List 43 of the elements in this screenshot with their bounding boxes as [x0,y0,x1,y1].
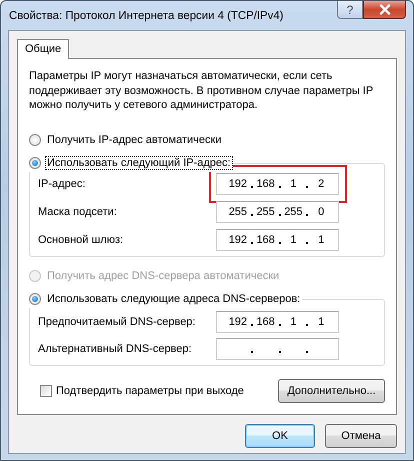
ip-octet: 168 [256,234,275,246]
radio-button[interactable] [29,156,41,168]
ip-input-field[interactable]: 255 255 255 0 [216,200,339,222]
radio-label[interactable]: Использовать следующие адреса DNS-серверов: [45,292,302,306]
field-label: Маска подсети: [38,206,118,218]
radio-button[interactable] [29,134,41,146]
close-icon [378,4,390,15]
description-text: Параметры IP могут назначаться автоматически, если сеть поддерживает эту возможность. В противном случае параметры IP можно получить у сетевого администратора. [29,69,374,112]
radio-label[interactable]: Использовать следующий IP-адрес: [45,156,233,170]
window-title: Свойства: Протокол Интернета версии 4 (TCP/IPv4) [8,10,284,22]
ip-octet: 192 [228,234,248,246]
field-label: Основной шлюз: [38,234,124,246]
ip-octet: 1 [318,316,324,328]
tab[interactable]: Общие [17,39,70,59]
ip-octet: 1 [290,234,296,246]
ip-octet: 1 [290,316,296,328]
ip-octet: 1 [318,234,324,246]
field-label: Альтернативный DNS-сервер: [38,342,193,354]
advanced-button[interactable]: Дополнительно... [278,378,385,402]
help-button[interactable]: ? [337,1,363,19]
ip-octet: 192 [228,316,248,328]
ip-octet: 255 [228,206,248,218]
ip-octet: 2 [318,178,324,190]
ip-octet: 0 [318,206,324,218]
radio-button[interactable] [29,292,41,304]
ip-octet: 255 [256,206,275,218]
ip-input-field[interactable]: 192 168 1 1 [216,310,339,332]
field-label: Предпочитаемый DNS-сервер: [38,316,196,328]
checkbox-label[interactable]: Подтвердить параметры при выходе [56,384,244,396]
ip-octet: 168 [256,178,275,190]
ip-input-field[interactable]: 192 168 1 2 [216,172,339,194]
ip-octet: 192 [228,178,248,190]
ip-octet: 1 [290,178,296,190]
checkbox[interactable] [40,384,52,396]
radio-label[interactable]: Получить IP-адрес автоматически [45,132,224,146]
field-label: IP-адрес: [38,178,86,190]
ip-octet: 255 [284,206,303,218]
cancel-button[interactable]: Отмена [325,424,397,448]
ok-button[interactable]: OK [245,424,315,448]
close-button[interactable] [363,1,406,19]
ip-input-field[interactable] [216,338,339,360]
ip-octet: 168 [256,316,275,328]
ip-input-field[interactable]: 192 168 1 1 [216,228,339,250]
